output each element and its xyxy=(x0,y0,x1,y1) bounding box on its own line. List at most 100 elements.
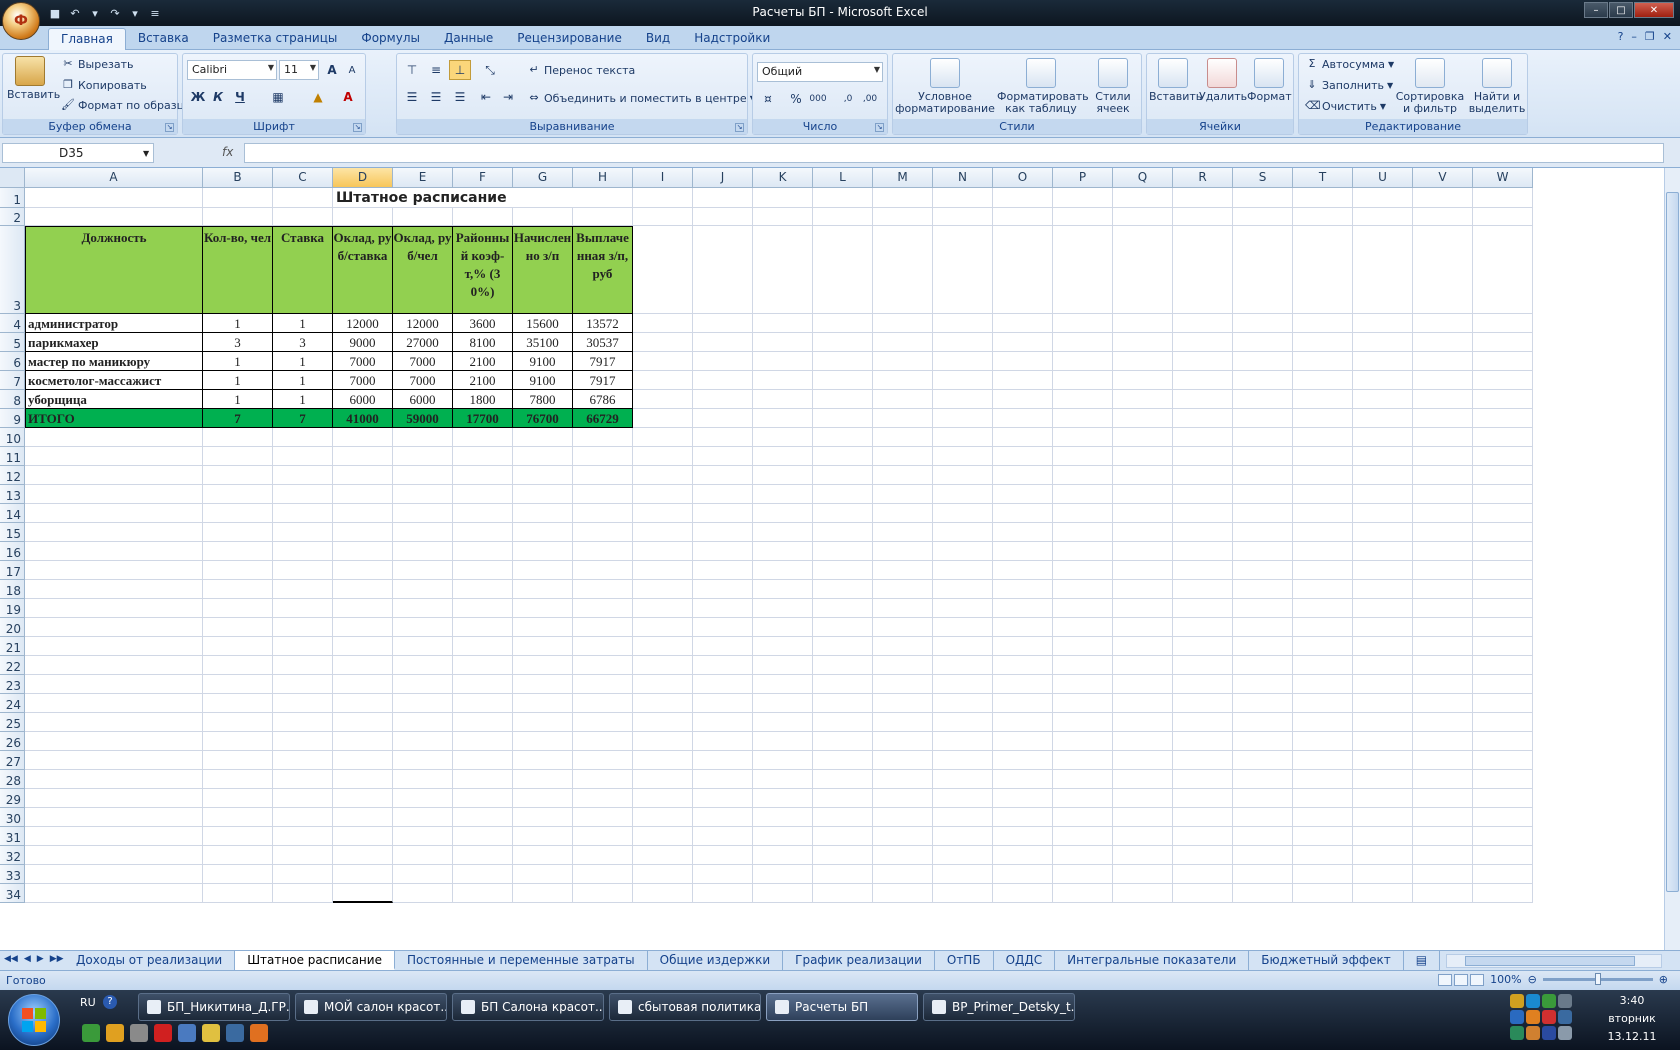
cell[interactable] xyxy=(1473,523,1533,542)
icq-icon[interactable] xyxy=(106,1024,124,1042)
cell[interactable] xyxy=(693,827,753,846)
cell[interactable] xyxy=(453,466,513,485)
cell[interactable] xyxy=(1113,751,1173,770)
cell[interactable] xyxy=(933,188,993,208)
cell[interactable] xyxy=(813,580,873,599)
shrink-font-button[interactable]: A xyxy=(341,60,363,80)
cell[interactable] xyxy=(933,732,993,751)
cell[interactable] xyxy=(1053,208,1113,226)
cell[interactable] xyxy=(1413,808,1473,827)
column-header[interactable]: G xyxy=(513,168,573,188)
cell[interactable] xyxy=(1293,504,1353,523)
cell[interactable] xyxy=(753,827,813,846)
cell[interactable] xyxy=(933,371,993,390)
cell[interactable] xyxy=(633,333,693,352)
cell[interactable] xyxy=(1233,314,1293,333)
cell[interactable] xyxy=(573,770,633,789)
cell[interactable] xyxy=(693,694,753,713)
cell[interactable] xyxy=(273,542,333,561)
dialog-launcher-icon[interactable]: ↘ xyxy=(735,123,744,132)
cell[interactable]: 9100 xyxy=(513,371,573,390)
cell[interactable] xyxy=(203,808,273,827)
cell[interactable] xyxy=(1353,466,1413,485)
cell[interactable] xyxy=(453,618,513,637)
cell[interactable] xyxy=(1473,770,1533,789)
ribbon-tab[interactable]: Вставка xyxy=(126,28,201,50)
cell[interactable] xyxy=(1053,808,1113,827)
cell[interactable] xyxy=(1353,188,1413,208)
cell[interactable] xyxy=(1473,542,1533,561)
cell[interactable] xyxy=(753,523,813,542)
cell[interactable] xyxy=(25,713,203,732)
cell[interactable] xyxy=(25,884,203,903)
dialog-launcher-icon[interactable]: ↘ xyxy=(353,123,362,132)
cell[interactable] xyxy=(873,226,933,314)
cell[interactable] xyxy=(1173,789,1233,808)
cell[interactable] xyxy=(753,675,813,694)
cell[interactable] xyxy=(1413,409,1473,428)
cell[interactable]: 12000 xyxy=(333,314,393,333)
cell[interactable] xyxy=(393,675,453,694)
cell[interactable] xyxy=(1113,884,1173,903)
cell[interactable] xyxy=(633,656,693,675)
cell[interactable] xyxy=(333,846,393,865)
cell[interactable] xyxy=(333,599,393,618)
cell[interactable] xyxy=(1113,770,1173,789)
row-header[interactable]: 9 xyxy=(0,409,25,428)
cell[interactable] xyxy=(453,428,513,447)
cell[interactable] xyxy=(25,428,203,447)
cell[interactable] xyxy=(753,466,813,485)
cell[interactable] xyxy=(273,827,333,846)
cell[interactable] xyxy=(333,542,393,561)
column-header[interactable]: U xyxy=(1353,168,1413,188)
cell[interactable] xyxy=(25,732,203,751)
cell[interactable] xyxy=(693,208,753,226)
tray-icon[interactable] xyxy=(1526,1026,1540,1040)
cell[interactable] xyxy=(933,352,993,371)
cell[interactable] xyxy=(633,580,693,599)
cell[interactable] xyxy=(1353,637,1413,656)
cell[interactable] xyxy=(873,599,933,618)
cell[interactable] xyxy=(1473,656,1533,675)
cell[interactable] xyxy=(813,504,873,523)
cell[interactable] xyxy=(1413,675,1473,694)
cell[interactable] xyxy=(1173,732,1233,751)
cell[interactable] xyxy=(333,580,393,599)
cell[interactable] xyxy=(633,751,693,770)
cell[interactable] xyxy=(1113,447,1173,466)
cell[interactable] xyxy=(933,789,993,808)
row-header[interactable]: 19 xyxy=(0,599,25,618)
cell[interactable] xyxy=(1293,694,1353,713)
cell[interactable] xyxy=(333,485,393,504)
column-header[interactable]: K xyxy=(753,168,813,188)
cell[interactable] xyxy=(393,808,453,827)
cell[interactable]: 7800 xyxy=(513,390,573,409)
cell[interactable] xyxy=(273,732,333,751)
cell[interactable] xyxy=(1293,485,1353,504)
cell[interactable] xyxy=(813,656,873,675)
cell[interactable] xyxy=(933,751,993,770)
cell[interactable] xyxy=(693,428,753,447)
taskbar-button[interactable]: БП_Никитина_Д.ГР.... xyxy=(138,993,290,1021)
cell[interactable] xyxy=(1233,884,1293,903)
cell[interactable] xyxy=(333,637,393,656)
cell[interactable] xyxy=(573,865,633,884)
cell[interactable] xyxy=(633,314,693,333)
tray-icon[interactable] xyxy=(1510,994,1524,1008)
cell[interactable] xyxy=(693,656,753,675)
cell[interactable] xyxy=(393,884,453,903)
cell[interactable] xyxy=(813,770,873,789)
cell[interactable] xyxy=(393,523,453,542)
cell[interactable] xyxy=(1053,770,1113,789)
cell[interactable] xyxy=(513,561,573,580)
row-header[interactable]: 28 xyxy=(0,770,25,789)
cell[interactable] xyxy=(1413,390,1473,409)
cell[interactable] xyxy=(333,751,393,770)
zoom-level[interactable]: 100% xyxy=(1490,973,1521,986)
cell[interactable] xyxy=(993,732,1053,751)
row-header[interactable]: 10 xyxy=(0,428,25,447)
cell[interactable] xyxy=(633,694,693,713)
cell[interactable] xyxy=(1353,580,1413,599)
sheet-tab[interactable]: Штатное расписание xyxy=(235,951,395,970)
decrease-indent-button[interactable]: ⇤ xyxy=(475,87,497,107)
